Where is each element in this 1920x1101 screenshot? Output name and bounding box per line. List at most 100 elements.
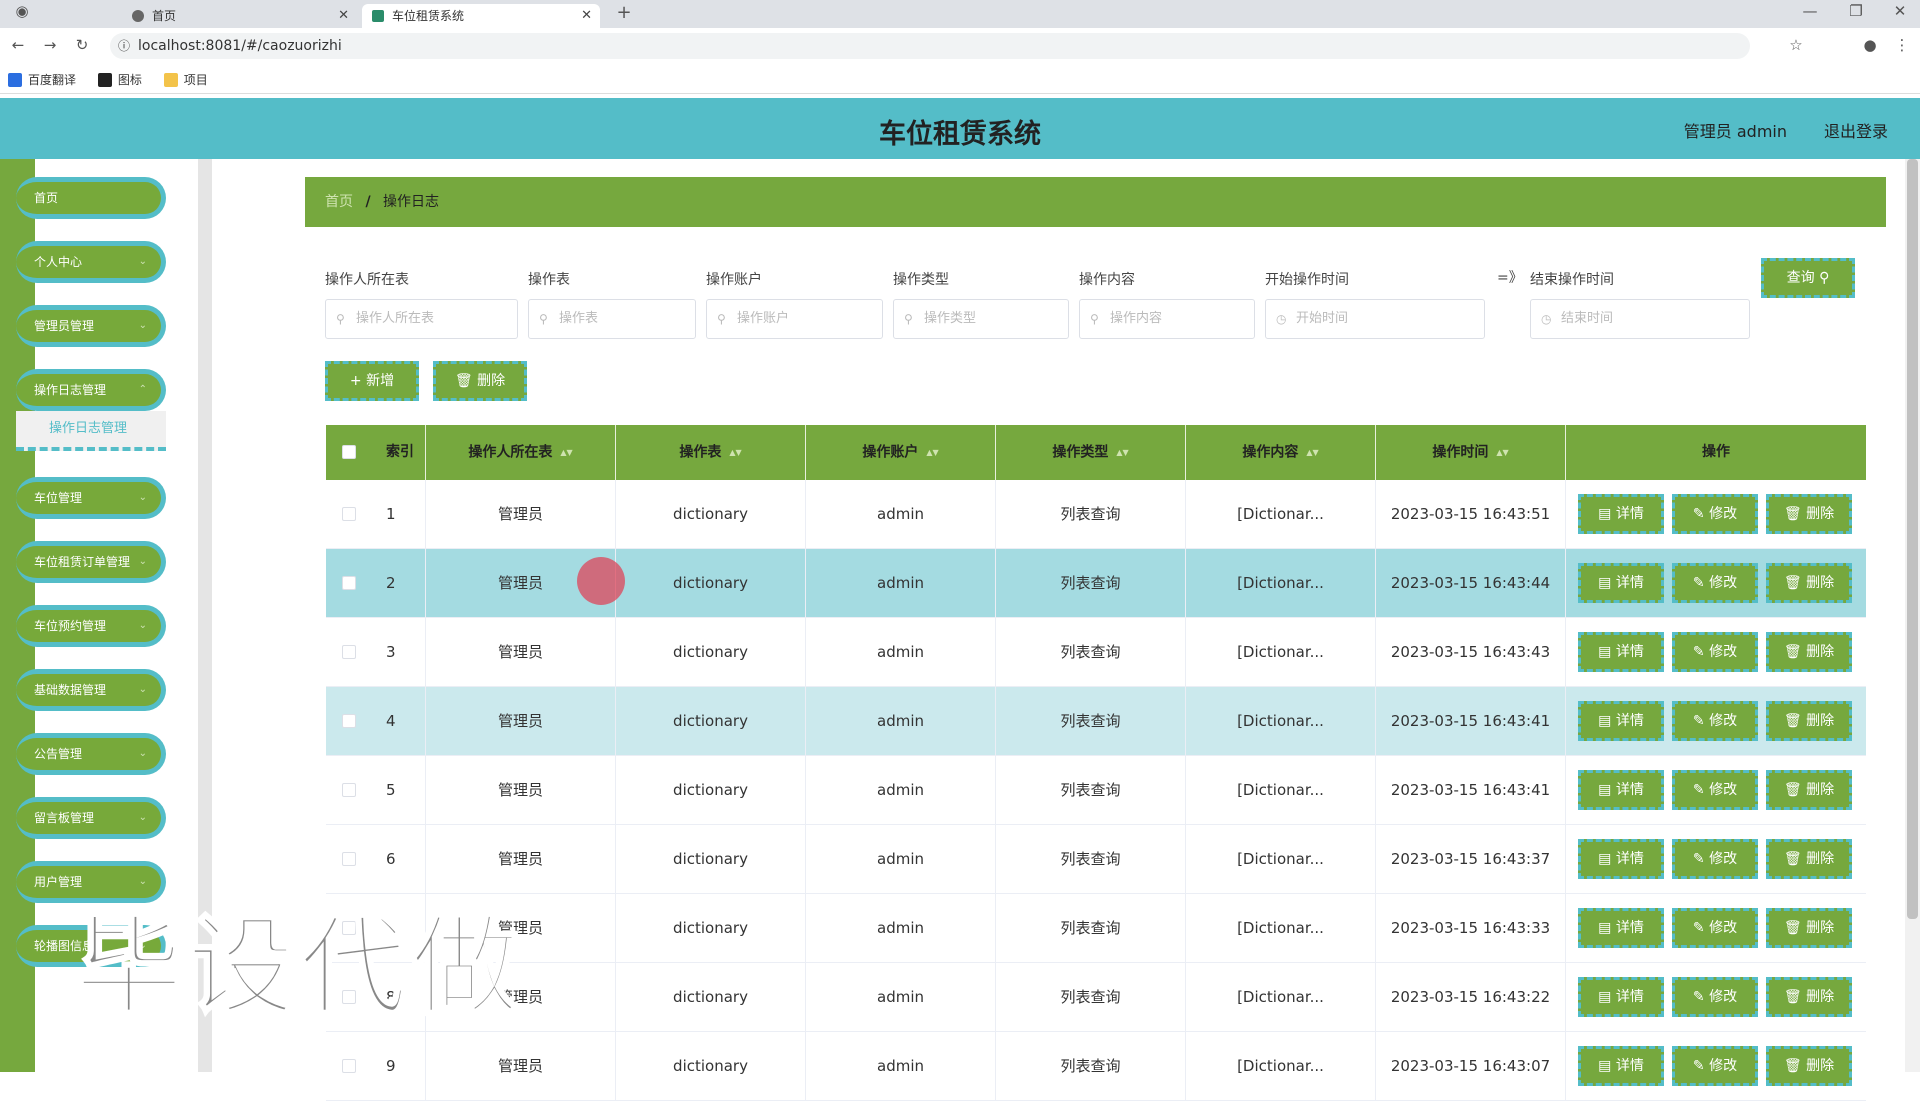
row-checkbox[interactable] [342,576,356,590]
sidebar-item-rental-order[interactable]: 车位租赁订单管理 ⌄ [16,541,166,583]
row-checkbox[interactable] [342,783,356,797]
table-row[interactable]: 2 管理员 dictionary admin 列表查询 [Dictionar... 2023… [326,549,1866,618]
restore-icon[interactable]: ❐ [1846,2,1866,20]
bookmark-item[interactable]: 图标 [97,70,142,90]
edit-button[interactable]: ✎ 修改 [1672,908,1758,948]
edit-button[interactable]: ✎ 修改 [1672,701,1758,741]
delete-button[interactable]: 🗑 删除 [1766,1046,1852,1086]
minimize-icon[interactable]: — [1800,2,1820,20]
filter-input-table[interactable]: ⚲ 操作表 [528,299,696,339]
table-row[interactable]: 9 管理员 dictionary admin 列表查询 [Dictionar... 2023… [326,1032,1866,1101]
table-row[interactable]: 7 管理员 dictionary admin 列表查询 [Dictionar... 2023… [326,894,1866,963]
row-checkbox[interactable] [342,852,356,866]
bookmark-item[interactable]: 项目 [163,70,208,90]
table-row[interactable]: 6 管理员 dictionary admin 列表查询 [Dictionar... 2023… [326,825,1866,894]
edit-button[interactable]: ✎ 修改 [1672,1046,1758,1086]
address-bar[interactable]: ⓘ localhost:8081/#/caozuorizhi [110,33,1750,59]
browser-tab-active[interactable]: 车位租赁系统 ✕ [362,4,600,28]
star-icon[interactable]: ☆ [1786,36,1806,54]
forward-icon[interactable]: → [40,36,60,54]
filter-input-end-time[interactable]: ◷ 结束时间 [1530,299,1750,339]
filter-input-account[interactable]: ⚲ 操作账户 [706,299,883,339]
delete-button[interactable]: 🗑 删除 [1766,563,1852,603]
scrollbar-thumb[interactable] [1907,159,1918,919]
filter-input-content[interactable]: ⚲ 操作内容 [1079,299,1255,339]
sort-icon[interactable]: ▲▼ [560,425,572,480]
table-row[interactable]: 4 管理员 dictionary admin 列表查询 [Dictionar... 2023… [326,687,1866,756]
sort-icon[interactable]: ▲▼ [1496,425,1508,480]
detail-button[interactable]: ▤ 详情 [1578,632,1664,672]
search-button[interactable]: 查询 ⚲ [1761,258,1855,298]
row-checkbox[interactable] [342,714,356,728]
edit-button[interactable]: ✎ 修改 [1672,563,1758,603]
sidebar-item-oplog[interactable]: 操作日志管理 ⌃ [16,369,166,411]
edit-button[interactable]: ✎ 修改 [1672,839,1758,879]
reload-icon[interactable]: ↻ [72,36,92,54]
col-content[interactable]: 操作内容 ▲▼ [1186,425,1376,480]
table-row[interactable]: 1 管理员 dictionary admin 列表查询 [Dictionar... 2023… [326,480,1866,549]
sidebar-subitem-oplog[interactable]: 操作日志管理 [16,411,166,451]
filter-input-type[interactable]: ⚲ 操作类型 [893,299,1069,339]
menu-icon[interactable]: ⋮ [1892,36,1912,54]
sidebar-item-messages[interactable]: 留言板管理 ⌄ [16,797,166,839]
col-type[interactable]: 操作类型 ▲▼ [996,425,1186,480]
sidebar-item-basic-data[interactable]: 基础数据管理 ⌄ [16,669,166,711]
sidebar-item-admin[interactable]: 管理员管理 ⌄ [16,305,166,347]
sort-icon[interactable]: ▲▼ [1306,425,1318,480]
delete-button[interactable]: 🗑 删除 [1766,977,1852,1017]
table-row[interactable]: 5 管理员 dictionary admin 列表查询 [Dictionar... 2023… [326,756,1866,825]
sidebar-item-notice[interactable]: 公告管理 ⌄ [16,733,166,775]
row-checkbox[interactable] [342,507,356,521]
profile-icon[interactable]: ● [1860,36,1880,54]
close-icon[interactable]: ✕ [338,4,349,28]
col-table[interactable]: 操作表 ▲▼ [616,425,806,480]
tab-search-icon[interactable]: ◉ [12,2,32,20]
sidebar-item-reservation[interactable]: 车位预约管理 ⌄ [16,605,166,647]
bulk-delete-button[interactable]: 🗑 删除 [433,361,527,401]
detail-button[interactable]: ▤ 详情 [1578,908,1664,948]
browser-tab-home[interactable]: 首页 ✕ [122,4,357,28]
filter-input-start-time[interactable]: ◷ 开始时间 [1265,299,1485,339]
sort-icon[interactable]: ▲▼ [926,425,938,480]
edit-button[interactable]: ✎ 修改 [1672,632,1758,672]
close-icon[interactable]: ✕ [581,4,592,28]
delete-button[interactable]: 🗑 删除 [1766,770,1852,810]
table-row[interactable]: 3 管理员 dictionary admin 列表查询 [Dictionar... 2023… [326,618,1866,687]
sidebar-item-parking[interactable]: 车位管理 ⌄ [16,477,166,519]
col-user-table[interactable]: 操作人所在表 ▲▼ [426,425,616,480]
logout-link[interactable]: 退出登录 [1824,118,1888,142]
table-row[interactable]: 8 管理员 dictionary admin 列表查询 [Dictionar... 2023… [326,963,1866,1032]
sidebar-item-profile[interactable]: 个人中心 ⌄ [16,241,166,283]
detail-button[interactable]: ▤ 详情 [1578,1046,1664,1086]
row-checkbox[interactable] [342,645,356,659]
sidebar-item-home[interactable]: 首页 [16,177,166,219]
page-scrollbar[interactable] [1905,159,1920,1072]
edit-button[interactable]: ✎ 修改 [1672,494,1758,534]
new-tab-icon[interactable]: + [614,2,634,23]
detail-button[interactable]: ▤ 详情 [1578,701,1664,741]
filter-input-user-table[interactable]: ⚲ 操作人所在表 [325,299,518,339]
breadcrumb-home[interactable]: 首页 [325,194,353,210]
delete-button[interactable]: 🗑 删除 [1766,494,1852,534]
sort-icon[interactable]: ▲▼ [729,425,741,480]
col-time[interactable]: 操作时间 ▲▼ [1376,425,1566,480]
col-account[interactable]: 操作账户 ▲▼ [806,425,996,480]
back-icon[interactable]: ← [8,36,28,54]
delete-button[interactable]: 🗑 删除 [1766,908,1852,948]
add-button[interactable]: + 新增 [325,361,419,401]
detail-button[interactable]: ▤ 详情 [1578,770,1664,810]
select-all-checkbox[interactable] [342,445,356,459]
delete-button[interactable]: 🗑 删除 [1766,839,1852,879]
row-checkbox[interactable] [342,1059,356,1073]
detail-button[interactable]: ▤ 详情 [1578,839,1664,879]
sort-icon[interactable]: ▲▼ [1116,425,1128,480]
delete-button[interactable]: 🗑 删除 [1766,632,1852,672]
edit-button[interactable]: ✎ 修改 [1672,977,1758,1017]
detail-button[interactable]: ▤ 详情 [1578,494,1664,534]
delete-button[interactable]: 🗑 删除 [1766,701,1852,741]
window-close-icon[interactable]: ✕ [1890,2,1910,20]
edit-button[interactable]: ✎ 修改 [1672,770,1758,810]
detail-button[interactable]: ▤ 详情 [1578,563,1664,603]
detail-button[interactable]: ▤ 详情 [1578,977,1664,1017]
bookmark-item[interactable]: 百度翻译 [8,70,76,90]
